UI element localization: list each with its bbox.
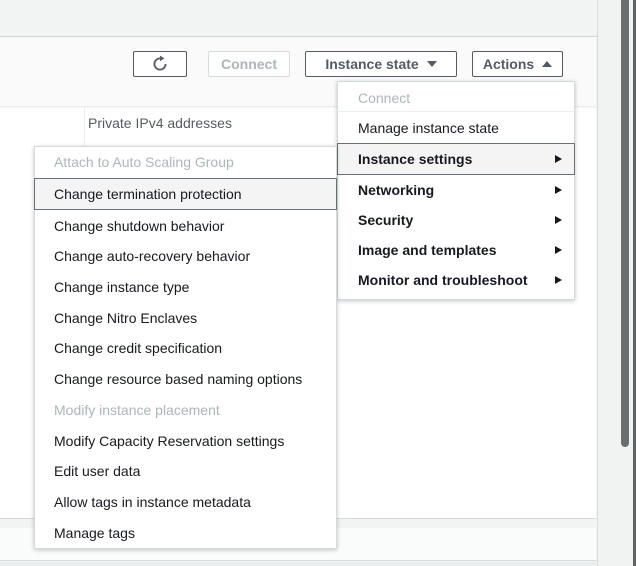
menu-item-security[interactable]: Security: [338, 205, 574, 235]
submenu-item-change-nitro-enclaves[interactable]: Change Nitro Enclaves: [35, 302, 336, 333]
submenu-arrow-icon: [555, 276, 562, 284]
submenu-item-change-resource-based-naming-options[interactable]: Change resource based naming options: [35, 364, 336, 395]
submenu-arrow-icon: [555, 216, 562, 224]
menu-item-networking[interactable]: Networking: [338, 175, 574, 205]
submenu-item-edit-user-data[interactable]: Edit user data: [35, 456, 336, 487]
menu-item-label: Monitor and troubleshoot: [358, 272, 528, 288]
submenu-item-change-shutdown-behavior[interactable]: Change shutdown behavior: [35, 210, 336, 241]
menu-item-label: Manage tags: [54, 525, 135, 541]
menu-item-label: Security: [358, 212, 413, 228]
menu-item-label: Change instance type: [54, 279, 189, 295]
refresh-button[interactable]: [133, 51, 187, 77]
connect-button: Connect: [208, 51, 290, 77]
menu-item-label: Edit user data: [54, 463, 140, 479]
column-header-private-ipv4: Private IPv4 addresses: [88, 114, 232, 132]
connect-button-label: Connect: [221, 56, 277, 72]
menu-item-label: Modify instance placement: [54, 402, 220, 418]
submenu-item-modify-instance-placement: Modify instance placement: [35, 395, 336, 426]
menu-item-label: Change credit specification: [54, 340, 222, 356]
menu-item-manage-instance-state[interactable]: Manage instance state: [338, 113, 574, 143]
menu-item-label: Allow tags in instance metadata: [54, 494, 251, 510]
caret-down-icon: [427, 61, 437, 67]
submenu-item-modify-capacity-reservation-settings[interactable]: Modify Capacity Reservation settings: [35, 425, 336, 456]
menu-item-label: Instance settings: [358, 151, 472, 167]
instance-state-button-label: Instance state: [325, 56, 418, 72]
submenu-arrow-icon: [555, 155, 562, 163]
submenu-item-allow-tags-in-instance-metadata[interactable]: Allow tags in instance metadata: [35, 487, 336, 518]
menu-item-instance-settings[interactable]: Instance settings: [337, 143, 575, 175]
instance-state-button[interactable]: Instance state: [305, 51, 457, 77]
menu-item-image-and-templates[interactable]: Image and templates: [338, 235, 574, 265]
submenu-item-change-credit-specification[interactable]: Change credit specification: [35, 333, 336, 364]
actions-button-label: Actions: [483, 56, 534, 72]
menu-item-label: Networking: [358, 182, 434, 198]
menu-item-label: Change resource based naming options: [54, 371, 302, 387]
submenu-arrow-icon: [555, 186, 562, 194]
actions-menu: Connect Manage instance state Instance s…: [337, 81, 575, 300]
submenu-item-change-instance-type[interactable]: Change instance type: [35, 272, 336, 303]
menu-item-label: Manage instance state: [358, 120, 499, 136]
scrollbar-thumb[interactable]: [621, 0, 629, 447]
instance-settings-submenu: Attach to Auto Scaling Group Change term…: [34, 146, 337, 549]
menu-item-label: Change auto-recovery behavior: [54, 248, 250, 264]
refresh-icon: [151, 55, 169, 73]
page-bottom-footer: [0, 562, 596, 566]
scrollbar-track[interactable]: [597, 0, 636, 566]
submenu-item-change-auto-recovery-behavior[interactable]: Change auto-recovery behavior: [35, 241, 336, 272]
menu-item-label: Change termination protection: [54, 186, 242, 202]
submenu-item-attach-to-auto-scaling-group: Attach to Auto Scaling Group: [35, 147, 336, 178]
submenu-item-change-termination-protection[interactable]: Change termination protection: [34, 178, 337, 211]
content-vertical-divider: [84, 108, 85, 146]
page-top-band: [0, 0, 636, 36]
caret-up-icon: [542, 61, 552, 67]
menu-item-label: Change shutdown behavior: [54, 218, 224, 234]
menu-item-monitor-and-troubleshoot[interactable]: Monitor and troubleshoot: [338, 265, 574, 295]
menu-item-label: Modify Capacity Reservation settings: [54, 433, 284, 449]
menu-item-label: Change Nitro Enclaves: [54, 310, 197, 326]
submenu-arrow-icon: [555, 246, 562, 254]
menu-divider: [338, 111, 574, 112]
menu-item-label: Connect: [358, 90, 410, 106]
menu-item-connect: Connect: [338, 86, 574, 110]
menu-item-label: Image and templates: [358, 242, 497, 258]
actions-button[interactable]: Actions: [472, 51, 563, 77]
menu-item-label: Attach to Auto Scaling Group: [54, 154, 234, 170]
submenu-item-manage-tags[interactable]: Manage tags: [35, 517, 336, 548]
